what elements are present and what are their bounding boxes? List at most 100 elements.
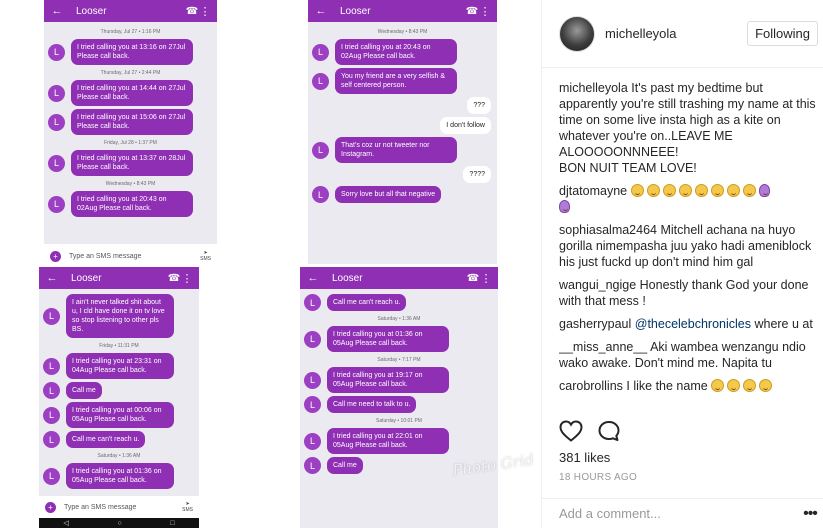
chat-app-bar: ← Looser ☎ ⋮ [39,267,199,289]
incoming-message: L I tried calling you at 01:36 on 05Aug P… [39,463,199,489]
add-comment-input[interactable] [559,506,796,521]
contact-name: Looser [340,5,371,17]
comment-item: wangui_ngige Honestly thank God your don… [559,277,821,309]
contact-name: Looser [71,272,102,284]
heart-icon[interactable] [559,420,583,442]
sms-screenshot-1: ← Looser ☎ ⋮ Thursday, Jul 27 • 1:16 PM L… [44,0,217,268]
message-bubble: I tried calling you at 01:36 on 05Aug Pl… [66,463,174,489]
devil-emoji-icon [559,200,570,213]
add-comment-bar: ••• [542,498,823,528]
incoming-message: L Call me can't reach u. [300,294,498,311]
android-nav-bar: ◁ ○ □ [39,518,199,528]
message-bubble: Call me can't reach u. [327,294,407,311]
composer-placeholder: Type an SMS message [64,503,137,511]
comment-icon[interactable] [597,420,621,442]
likes-count[interactable]: 381 likes [559,450,610,465]
incoming-message: L Sorry love but all that negative [308,186,497,203]
send-label: SMS [200,256,211,262]
laughing-emoji-icon [662,184,676,197]
comment-item: gasherrypaul @thecelebchronicles where u… [559,316,821,332]
laughing-emoji-icon [726,184,740,197]
add-icon: + [50,250,61,262]
comment-username[interactable]: wangui_ngige [559,278,636,292]
comments-list[interactable]: michelleyola It's past my bedtime but ap… [559,80,821,410]
date-separator: Saturday • 1:36 AM [377,316,421,322]
contact-name: Looser [332,272,363,284]
contact-avatar: L [312,141,329,159]
following-button[interactable]: Following [747,21,818,46]
comment-username[interactable]: __miss_anne__ [559,340,647,354]
laughing-emoji-icon [646,184,660,197]
chat-thread: Thursday, Jul 27 • 1:16 PM L I tried calli… [44,22,217,222]
comment-mention-link[interactable]: @thecelebchronicles [635,317,751,331]
message-bubble: I tried calling you at 00:06 on 05Aug Pl… [66,402,174,428]
outgoing-message: I don't follow [308,117,497,134]
message-bubble: I tried calling you at 13:37 on 28Jul Pl… [71,150,193,176]
more-options-icon[interactable]: ••• [796,505,823,523]
message-bubble: ???? [463,166,491,183]
caption-text-2: BON NUIT TEAM LOVE! [559,161,697,175]
contact-avatar: L [43,467,60,485]
incoming-message: L Call me [39,382,199,399]
date-separator: Friday, Jul 28 • 1:37 PM [104,140,157,146]
send-sms-icon: ➤ SMS [200,250,211,262]
incoming-message: L I tried calling you at 00:06 on 05Aug P… [39,402,199,428]
chat-thread: L Call me can't reach u. Saturday • 1:36 A… [300,289,498,479]
contact-avatar: L [43,431,60,448]
sms-screenshot-4: ← Looser ☎ ⋮ L Call me can't reach u. Satu… [300,267,498,528]
contact-avatar: L [304,294,321,311]
date-separator: Saturday • 10:01 PM [376,418,422,424]
message-bubble: Call me [327,457,363,474]
message-bubble: I ain't never talked shit about u, I cld… [66,294,174,338]
incoming-message: L Call me need to talk to u. [300,396,498,413]
incoming-message: L I tried calling you at 20:43 on 02Aug P… [308,39,497,65]
phone-icon: ☎ [466,272,480,284]
date-separator: Wednesday • 8:43 PM [105,181,156,187]
devil-emoji-icon [758,184,770,197]
laughing-emoji-icon [711,379,725,392]
comment-username[interactable]: carobrollins [559,379,623,393]
date-separator: Thursday, Jul 27 • 1:16 PM [100,29,161,35]
contact-avatar: L [304,330,321,348]
post-actions [559,420,621,442]
message-bubble: I tried calling you at 01:36 on 05Aug Pl… [327,326,449,352]
more-vert-icon: ⋮ [199,5,211,18]
post-timestamp: 18 HOURS AGO [559,472,638,483]
sms-composer: + Type an SMS message ➤ SMS [44,244,217,268]
composer-placeholder: Type an SMS message [69,252,142,260]
phone-icon: ☎ [465,5,479,17]
comment-username[interactable]: djtatomayne [559,184,627,198]
incoming-message: L Call me can't reach u. [39,431,199,448]
send-sms-icon: ➤ SMS [182,501,193,513]
laughing-emoji-icon [630,184,644,197]
contact-avatar: L [304,371,321,389]
date-separator: Saturday • 1:36 AM [97,453,141,459]
caption-username[interactable]: michelleyola [559,81,628,95]
comment-text: where u at [754,317,813,331]
date-separator: Thursday, Jul 27 • 2:44 PM [100,70,161,76]
post-header: michelleyola Following [542,0,823,68]
sms-composer: + Type an SMS message ➤ SMS [39,496,199,518]
post-username[interactable]: michelleyola [605,26,747,41]
chat-thread: Wednesday • 8:43 PM L I tried calling you … [308,22,497,208]
contact-avatar: L [43,406,60,424]
contact-avatar: L [48,195,65,213]
caption: michelleyola It's past my bedtime but ap… [559,80,821,176]
comment-username[interactable]: sophiasalma2464 [559,223,657,237]
contact-avatar: L [48,84,65,102]
message-bubble: I tried calling you at 13:16 on 27Jul Pl… [71,39,193,65]
message-bubble: Call me [66,382,102,399]
sms-screenshot-collage: ← Looser ☎ ⋮ Thursday, Jul 27 • 1:16 PM L… [0,0,540,528]
contact-avatar: L [48,43,65,61]
back-arrow-icon: ← [46,272,58,284]
nav-back-icon: ◁ [63,520,69,527]
message-bubble: I don't follow [440,117,491,134]
chat-thread: L I ain't never talked shit about u, I cl… [39,289,199,494]
chat-app-bar: ← Looser ☎ ⋮ [300,267,498,289]
comment-username[interactable]: gasherrypaul [559,317,631,331]
comment-item: sophiasalma2464 Mitchell achana na huyo … [559,222,821,270]
back-arrow-icon: ← [315,5,327,17]
contact-avatar: L [43,307,60,325]
avatar[interactable] [559,15,595,52]
message-bubble: Call me need to talk to u. [327,396,417,413]
